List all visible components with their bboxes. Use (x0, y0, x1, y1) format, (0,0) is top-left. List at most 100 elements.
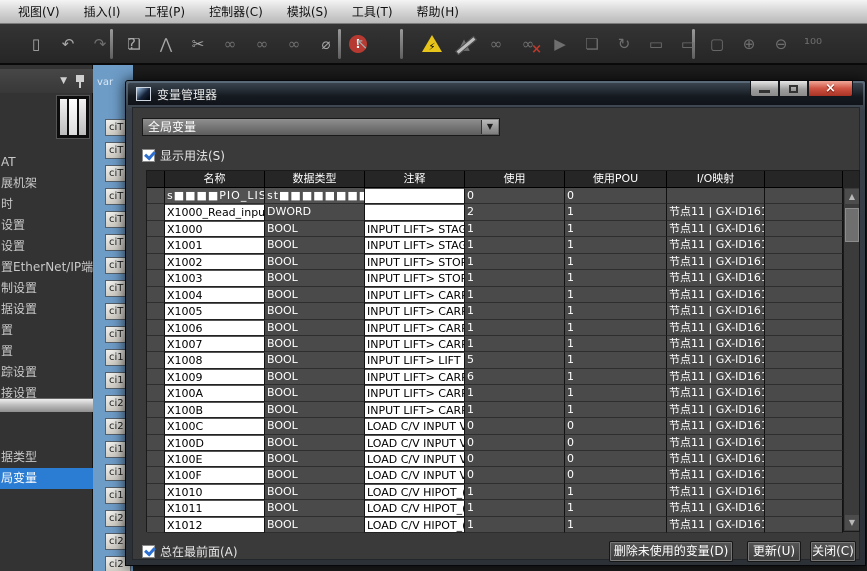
comment-cell[interactable]: INPUT LIFT> CARR (365, 402, 465, 418)
usage-pou-cell[interactable]: 0 (565, 418, 667, 434)
extra-cell[interactable] (765, 467, 843, 483)
refresh-icon[interactable]: ↻ (612, 32, 636, 56)
cut-icon[interactable]: ✂ (186, 32, 210, 56)
usage-pou-cell[interactable]: 1 (565, 254, 667, 270)
io-mapping-cell[interactable]: 节点11 | GX-ID161 (667, 221, 765, 237)
extra-cell[interactable] (765, 303, 843, 319)
extra-cell[interactable] (765, 237, 843, 253)
io-mapping-cell[interactable]: 节点11 | GX-ID161 (667, 467, 765, 483)
variable-name-cell[interactable]: X1009 (165, 369, 265, 385)
comment-cell[interactable]: INPUT LIFT> CARR (365, 385, 465, 401)
io-mapping-cell[interactable]: 节点11 | GX-ID161 (667, 385, 765, 401)
pointer-tool-icon[interactable]: ↖ (350, 32, 374, 56)
variable-name-cell[interactable]: X100B (165, 402, 265, 418)
column-header[interactable] (147, 171, 165, 188)
usage-pou-cell[interactable]: 1 (565, 336, 667, 352)
table-row[interactable]: X1007BOOLINPUT LIFT> CARR11节点11 | GX-ID1… (147, 336, 859, 352)
table-row[interactable]: X100DBOOLLOAD C/V INPUT V00节点11 | GX-ID1… (147, 435, 859, 451)
data-type-cell[interactable]: BOOL (265, 287, 365, 303)
extra-cell[interactable] (765, 451, 843, 467)
comment-cell[interactable]: INPUT LIFT> STAG (365, 221, 465, 237)
scroll-up-icon[interactable]: ▲ (845, 189, 859, 204)
variable-name-cell[interactable]: X1003 (165, 270, 265, 286)
variable-name-cell[interactable]: X1011 (165, 500, 265, 516)
monitor-glasses-icon[interactable]: ∞ (484, 32, 508, 56)
usage-pou-cell[interactable]: 1 (565, 303, 667, 319)
table-row[interactable]: X100CBOOLLOAD C/V INPUT V00节点11 | GX-ID1… (147, 418, 859, 434)
usage-pou-cell[interactable]: 0 (565, 467, 667, 483)
io-mapping-cell[interactable]: 节点11 | GX-ID161 (667, 402, 765, 418)
table-row[interactable]: X1001BOOLINPUT LIFT> STAG11节点11 | GX-ID1… (147, 237, 859, 253)
io-mapping-cell[interactable]: 节点11 | GX-ID161 (667, 369, 765, 385)
data-type-cell[interactable]: BOOL (265, 352, 365, 368)
table-row[interactable]: X1009BOOLINPUT LIFT> CARR61节点11 | GX-ID1… (147, 369, 859, 385)
usage-count-cell[interactable]: 1 (465, 254, 565, 270)
close-button[interactable]: × (808, 81, 853, 97)
upload-controller-icon[interactable]: ▭ (676, 32, 700, 56)
extra-cell[interactable] (765, 270, 843, 286)
data-type-cell[interactable]: BOOL (265, 435, 365, 451)
sidebar-item-data-types[interactable]: 据类型 (0, 447, 93, 468)
extra-cell[interactable] (765, 254, 843, 270)
row-header-cell[interactable] (147, 336, 165, 352)
zoom-out-icon[interactable]: ⊖ (769, 32, 793, 56)
menu-item[interactable]: 控制器(C) (197, 0, 275, 23)
row-header-cell[interactable] (147, 418, 165, 434)
table-row[interactable]: X1010BOOLLOAD C/V HIPOT_(11节点11 | GX-ID1… (147, 484, 859, 500)
extra-cell[interactable] (765, 385, 843, 401)
extra-cell[interactable] (765, 352, 843, 368)
usage-pou-cell[interactable]: 1 (565, 287, 667, 303)
variable-name-cell[interactable]: X1001 (165, 237, 265, 253)
extra-cell[interactable] (765, 484, 843, 500)
column-header[interactable]: 数据类型 (265, 171, 365, 188)
menu-item[interactable]: 工具(T) (340, 0, 405, 23)
usage-count-cell[interactable]: 0 (465, 451, 565, 467)
data-type-cell[interactable]: BOOL (265, 484, 365, 500)
usage-pou-cell[interactable]: 1 (565, 270, 667, 286)
comment-cell[interactable]: INPUT LIFT> CARR (365, 369, 465, 385)
io-mapping-cell[interactable]: 节点11 | GX-ID161 (667, 500, 765, 516)
watch-table-icon[interactable]: ∞ (250, 32, 274, 56)
delete-unused-variables-button[interactable]: 删除未使用的变量(D) (609, 541, 733, 562)
show-usage-checkbox[interactable]: 显示用法(S) (142, 147, 225, 164)
variable-name-cell[interactable]: X100D (165, 435, 265, 451)
usage-pou-cell[interactable]: 1 (565, 352, 667, 368)
variable-name-cell[interactable]: X1002 (165, 254, 265, 270)
usage-count-cell[interactable]: 0 (465, 435, 565, 451)
close-dialog-button[interactable]: 关闭(C) (810, 541, 856, 562)
row-header-cell[interactable] (147, 254, 165, 270)
row-header-cell[interactable] (147, 435, 165, 451)
variable-name-cell[interactable]: s■■■■PIO_LIST■■■ (165, 188, 265, 204)
sidebar-item[interactable]: 据设置 (0, 299, 93, 320)
column-header[interactable]: 注释 (365, 171, 465, 188)
comment-cell[interactable]: INPUT LIFT> STOP (365, 270, 465, 286)
comment-cell[interactable]: INPUT LIFT> LIFT ( (365, 352, 465, 368)
table-row[interactable]: X1005BOOLINPUT LIFT> CARR11节点11 | GX-ID1… (147, 303, 859, 319)
build-icon[interactable]: ⋀ (154, 32, 178, 56)
row-header-cell[interactable] (147, 221, 165, 237)
checkbox-checked-icon[interactable] (142, 545, 155, 558)
table-row[interactable]: X1006BOOLINPUT LIFT> CARR11节点11 | GX-ID1… (147, 320, 859, 336)
row-header-cell[interactable] (147, 237, 165, 253)
row-header-cell[interactable] (147, 385, 165, 401)
variable-name-cell[interactable]: X1010 (165, 484, 265, 500)
data-type-cell[interactable]: BOOL (265, 402, 365, 418)
extra-cell[interactable] (765, 402, 843, 418)
data-type-cell[interactable]: BOOL (265, 221, 365, 237)
data-type-cell[interactable]: BOOL (265, 336, 365, 352)
sidebar-item[interactable]: 置 (0, 320, 93, 341)
sidebar-item[interactable]: 制设置 (0, 278, 93, 299)
row-header-cell[interactable] (147, 500, 165, 516)
usage-count-cell[interactable]: 0 (465, 467, 565, 483)
row-header-cell[interactable] (147, 517, 165, 533)
usage-count-cell[interactable]: 1 (465, 385, 565, 401)
comment-cell[interactable]: INPUT LIFT> CARR (365, 303, 465, 319)
usage-pou-cell[interactable]: 1 (565, 320, 667, 336)
column-header[interactable] (765, 171, 843, 188)
menu-item[interactable]: 视图(V) (6, 0, 72, 23)
data-type-cell[interactable]: BOOL (265, 517, 365, 533)
update-button[interactable]: 更新(U) (747, 541, 801, 562)
data-type-cell[interactable]: BOOL (265, 254, 365, 270)
menu-item[interactable]: 帮助(H) (405, 0, 471, 23)
variable-name-cell[interactable]: X1005 (165, 303, 265, 319)
